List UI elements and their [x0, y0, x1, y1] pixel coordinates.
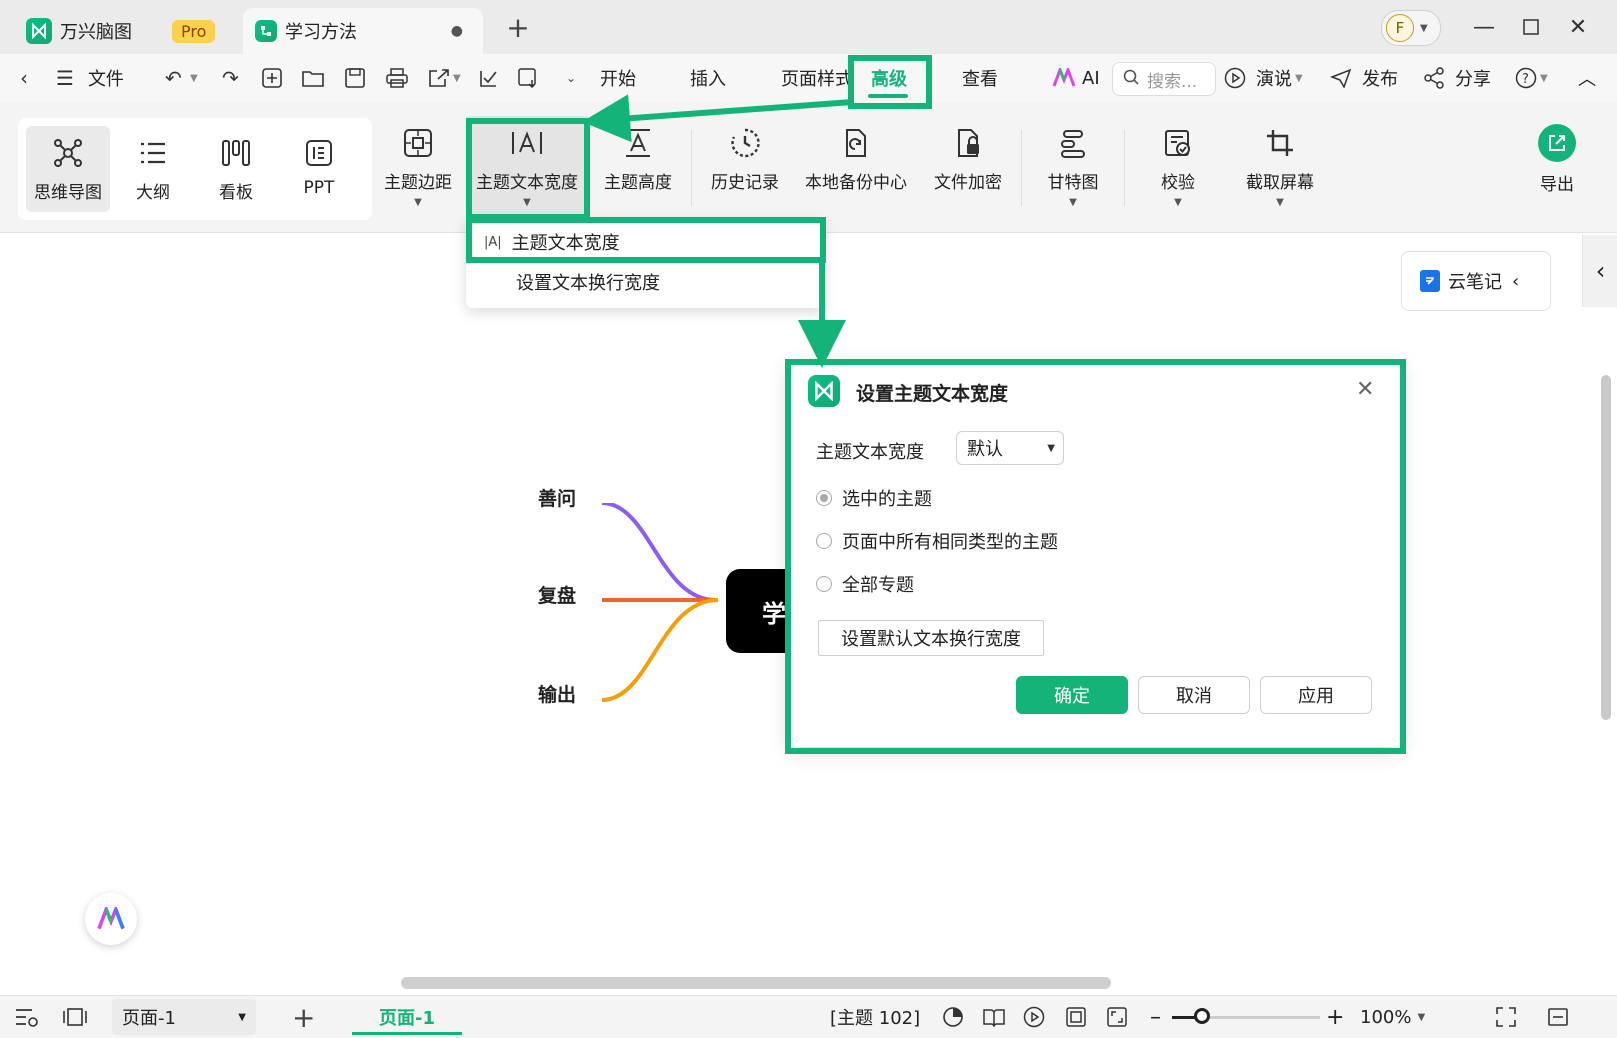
fit-page-icon[interactable] — [1065, 996, 1087, 1038]
zoom-value: 100% — [1360, 1006, 1412, 1028]
collapse-panel-icon[interactable] — [1547, 996, 1569, 1038]
theme-icon[interactable] — [942, 996, 964, 1038]
book-view-icon[interactable] — [982, 996, 1006, 1038]
topic-count: [主题 102] — [830, 1008, 921, 1029]
zoom-slider[interactable] — [1172, 1008, 1320, 1024]
slideshow-icon[interactable] — [1023, 996, 1045, 1038]
page-select[interactable]: 页面-1 ▼ — [112, 999, 256, 1035]
zoom-slider-thumb[interactable] — [1193, 1008, 1210, 1024]
chevron-down-icon: ▼ — [238, 1011, 246, 1023]
page-tab-indicator — [352, 1032, 462, 1035]
zoom-out-icon[interactable]: – — [1150, 996, 1161, 1038]
add-page-icon[interactable]: + — [292, 996, 315, 1038]
page-panel-icon[interactable] — [62, 996, 88, 1038]
zoom-in-icon[interactable]: + — [1326, 996, 1344, 1038]
chevron-down-icon: ▼ — [1417, 1011, 1426, 1023]
fit-screen-icon[interactable] — [1106, 996, 1128, 1038]
fullscreen-icon[interactable] — [1495, 996, 1517, 1038]
page-list-icon[interactable] — [14, 996, 40, 1038]
zoom-select[interactable]: 100% ▼ — [1360, 996, 1425, 1038]
annotation-arrows — [582, 94, 853, 368]
page-select-value: 页面-1 — [122, 1008, 176, 1029]
status-bar: 页面-1 ▼ + 页面-1 [主题 102] – + 100% ▼ — [0, 995, 1617, 1038]
